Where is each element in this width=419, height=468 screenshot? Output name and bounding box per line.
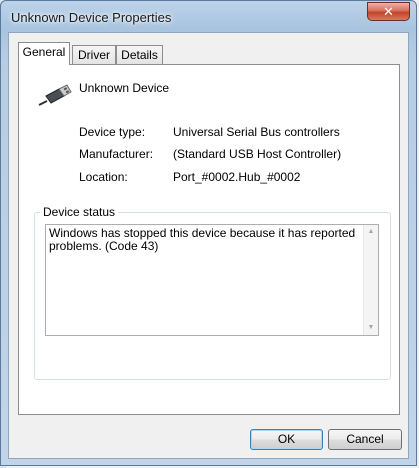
tab-details[interactable]: Details: [116, 45, 163, 65]
device-status-text: Windows has stopped this device because …: [49, 226, 356, 253]
scroll-up-icon[interactable]: ▲: [364, 225, 378, 239]
window-title: Unknown Device Properties: [11, 10, 172, 25]
close-icon: ✕: [383, 4, 394, 19]
device-type-value: Universal Serial Bus controllers: [173, 125, 340, 139]
scroll-down-icon[interactable]: ▼: [364, 321, 378, 335]
tab-driver-label: Driver: [78, 48, 110, 62]
dialog-client-area: General Driver Details Unknown Device De…: [8, 32, 409, 459]
close-button[interactable]: ✕: [367, 2, 410, 21]
status-scrollbar[interactable]: ▲ ▼: [363, 225, 378, 335]
properties-dialog: Unknown Device Properties ✕ General Driv…: [0, 0, 417, 466]
ok-button[interactable]: OK: [250, 429, 323, 450]
device-status-label: Device status: [40, 205, 119, 219]
usb-plug-icon: [38, 84, 72, 106]
manufacturer-label: Manufacturer:: [79, 147, 154, 161]
tab-details-label: Details: [121, 48, 158, 62]
tab-general[interactable]: General: [18, 42, 70, 65]
cancel-button-label: Cancel: [346, 432, 384, 446]
tab-general-label: General: [22, 45, 66, 59]
device-type-label: Device type:: [79, 125, 146, 139]
cancel-button[interactable]: Cancel: [328, 429, 402, 450]
title-bar[interactable]: Unknown Device Properties ✕: [1, 1, 416, 33]
location-label: Location:: [79, 170, 128, 184]
device-name: Unknown Device: [79, 81, 170, 95]
tab-driver[interactable]: Driver: [72, 45, 116, 65]
general-tab-panel: Unknown Device Device type: Universal Se…: [18, 64, 400, 415]
device-status-group: Device status Windows has stopped this d…: [34, 205, 391, 380]
device-status-textbox[interactable]: Windows has stopped this device because …: [45, 224, 379, 336]
manufacturer-value: (Standard USB Host Controller): [173, 147, 342, 161]
location-value: Port_#0002.Hub_#0002: [173, 170, 301, 184]
ok-button-label: OK: [277, 432, 296, 446]
